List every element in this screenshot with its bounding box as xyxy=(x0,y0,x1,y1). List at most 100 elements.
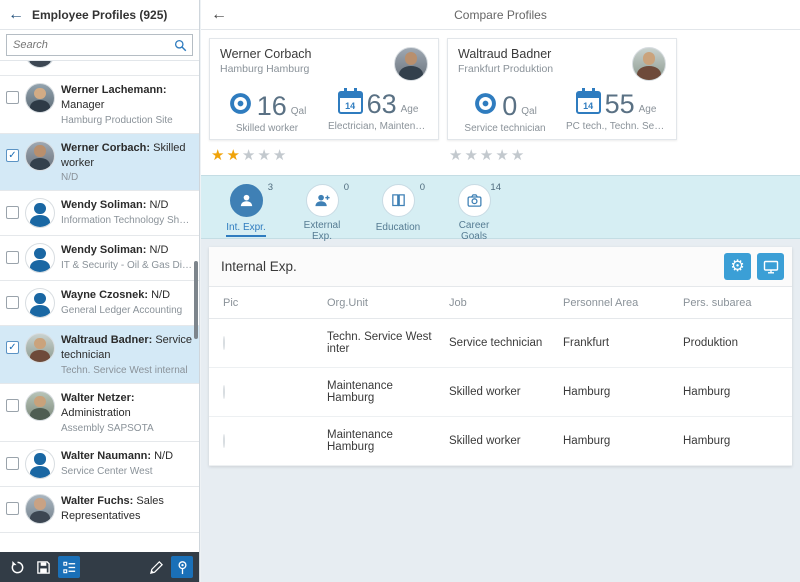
star-icon[interactable]: ★ xyxy=(257,147,270,164)
compare-section: Werner Corbach Hamburg Hamburg 16 Qal xyxy=(201,30,800,175)
employee-name: Walter Naumann: N/D xyxy=(61,449,173,464)
avatar xyxy=(394,47,428,81)
tab-external-exp[interactable]: 0 External Exp. xyxy=(293,184,351,238)
edit-icon[interactable] xyxy=(145,556,167,578)
refresh-icon[interactable] xyxy=(6,556,28,578)
employee-subtitle: IT & Security - Oil & Gas Division xyxy=(61,260,193,271)
settings-button[interactable]: ⚙ xyxy=(724,253,751,280)
camera-icon xyxy=(458,184,491,217)
page-title: Compare Profiles xyxy=(201,8,800,22)
save-icon[interactable] xyxy=(32,556,54,578)
cell-job: Skilled worker xyxy=(449,386,563,398)
checkbox[interactable]: ✓ xyxy=(6,341,19,354)
star-icon[interactable]: ★ xyxy=(242,147,255,164)
qualification-stat: 16 Qal Skilled worker xyxy=(220,91,314,134)
panel-title: Employee Profiles (925) xyxy=(32,8,167,22)
tab-label: External Exp. xyxy=(293,220,351,244)
cell-job: Skilled worker xyxy=(449,435,563,447)
tab-career-goals[interactable]: 14 Career Goals xyxy=(445,184,503,238)
list-item[interactable]: ✓ Waltraud Badner: Service technician Te… xyxy=(0,326,199,384)
list-item[interactable]: ✓ Werner Lachemann: Manager Hamburg Prod… xyxy=(0,76,199,134)
avatar xyxy=(223,336,225,350)
star-icon[interactable]: ★ xyxy=(273,147,286,164)
employee-subtitle: Information Technology Shared ... xyxy=(61,215,193,226)
search-icon[interactable] xyxy=(174,39,187,52)
display-button[interactable] xyxy=(757,253,784,280)
employee-subtitle: General Ledger Accounting xyxy=(61,305,182,316)
tab-count: 0 xyxy=(344,182,349,193)
profile-card[interactable]: Waltraud Badner Frankfurt Produktion 0 Q… xyxy=(447,38,677,140)
column-header[interactable]: Pers. subarea xyxy=(683,297,792,309)
skills-label: PC tech., Techn. Service... xyxy=(566,121,666,132)
list-item[interactable]: ✓ Wendy Soliman: N/D IT & Security - Oil… xyxy=(0,236,199,281)
cell-pers-subarea: Produktion xyxy=(683,337,792,349)
table-row[interactable]: Maintenance Hamburg Skilled worker Hambu… xyxy=(209,417,792,466)
back-icon[interactable]: ← xyxy=(211,6,227,24)
person-add-icon xyxy=(306,184,339,217)
column-header[interactable]: Job xyxy=(449,297,563,309)
age-stat: 14 63 Age Electrician, Maintenance... xyxy=(328,91,428,134)
person-icon xyxy=(230,184,263,217)
profile-card[interactable]: Werner Corbach Hamburg Hamburg 16 Qal xyxy=(209,38,439,140)
avatar xyxy=(25,243,55,273)
qualification-value: 16 xyxy=(257,93,287,120)
column-header[interactable]: Org.Unit xyxy=(327,297,449,309)
tab-content: Internal Exp. ⚙ Pic Org.Unit Job Personn… xyxy=(201,239,800,582)
multiselect-icon[interactable] xyxy=(58,556,80,578)
avatar xyxy=(25,83,55,113)
table-header-row: Pic Org.Unit Job Personnel Area Pers. su… xyxy=(209,287,792,319)
checkbox[interactable]: ✓ xyxy=(6,502,19,515)
back-icon[interactable]: ← xyxy=(8,6,24,24)
list-item[interactable]: ✓ Werner Corbach: Skilled worker N/D xyxy=(0,134,199,192)
tab-label: Career Goals xyxy=(445,220,503,244)
list-item[interactable]: ✓ Walter Naumann: N/D Service Center Wes… xyxy=(0,442,199,487)
pin-icon[interactable] xyxy=(171,556,193,578)
table-row[interactable]: Maintenance Hamburg Skilled worker Hambu… xyxy=(209,368,792,417)
age-unit: Age xyxy=(401,104,419,115)
target-icon xyxy=(473,91,498,116)
star-icon[interactable]: ★ xyxy=(226,147,239,164)
table-title: Internal Exp. xyxy=(221,259,718,274)
column-header[interactable]: Personnel Area xyxy=(563,297,683,309)
checkbox[interactable]: ✓ xyxy=(6,296,19,309)
checkbox[interactable]: ✓ xyxy=(6,399,19,412)
checkbox[interactable]: ✓ xyxy=(6,206,19,219)
gear-icon: ⚙ xyxy=(730,259,744,275)
scrollbar[interactable] xyxy=(194,261,198,339)
tab-education[interactable]: 0 Education xyxy=(369,184,427,238)
profile-location: Hamburg Hamburg xyxy=(220,63,311,75)
employee-name: Waltraud Badner: Service technician xyxy=(61,333,193,363)
star-icon[interactable]: ★ xyxy=(495,147,508,164)
list-item[interactable]: ✓ Quality Manager Dresden xyxy=(0,61,199,76)
tab-internal-exp[interactable]: 3 Int. Expr. xyxy=(217,184,275,238)
search-row xyxy=(0,30,199,61)
qualification-unit: Qal xyxy=(291,106,307,117)
checkbox[interactable]: ✓ xyxy=(6,251,19,264)
star-icon[interactable]: ★ xyxy=(511,147,524,164)
internal-exp-table: Internal Exp. ⚙ Pic Org.Unit Job Personn… xyxy=(209,247,792,466)
table-row[interactable]: Techn. Service West inter Service techni… xyxy=(209,319,792,368)
list-item[interactable]: ✓ Wendy Soliman: N/D Information Technol… xyxy=(0,191,199,236)
list-item[interactable]: ✓ Walter Netzer: Administration Assembly… xyxy=(0,384,199,442)
column-header[interactable]: Pic xyxy=(223,297,327,309)
footer-toolbar xyxy=(0,552,199,582)
list-item[interactable]: ✓ Walter Fuchs: Sales Representatives xyxy=(0,487,199,534)
star-icon[interactable]: ★ xyxy=(211,147,224,164)
checkbox[interactable]: ✓ xyxy=(6,149,19,162)
avatar xyxy=(25,198,55,228)
cell-pers-subarea: Hamburg xyxy=(683,386,792,398)
profile-name: Waltraud Badner xyxy=(458,47,553,61)
star-icon[interactable]: ★ xyxy=(449,147,462,164)
star-icon[interactable]: ★ xyxy=(464,147,477,164)
book-icon xyxy=(382,184,415,217)
search-input[interactable] xyxy=(6,34,193,56)
employee-subtitle: Service Center West xyxy=(61,466,173,477)
list-item[interactable]: ✓ Wayne Czosnek: N/D General Ledger Acco… xyxy=(0,281,199,326)
table-title-bar: Internal Exp. ⚙ xyxy=(209,247,792,287)
skills-label: Electrician, Maintenance... xyxy=(328,121,428,132)
star-icon[interactable]: ★ xyxy=(480,147,493,164)
checkbox[interactable]: ✓ xyxy=(6,91,19,104)
checkbox[interactable]: ✓ xyxy=(6,457,19,470)
age-unit: Age xyxy=(639,104,657,115)
main-header: Compare Profiles ← xyxy=(201,0,800,30)
